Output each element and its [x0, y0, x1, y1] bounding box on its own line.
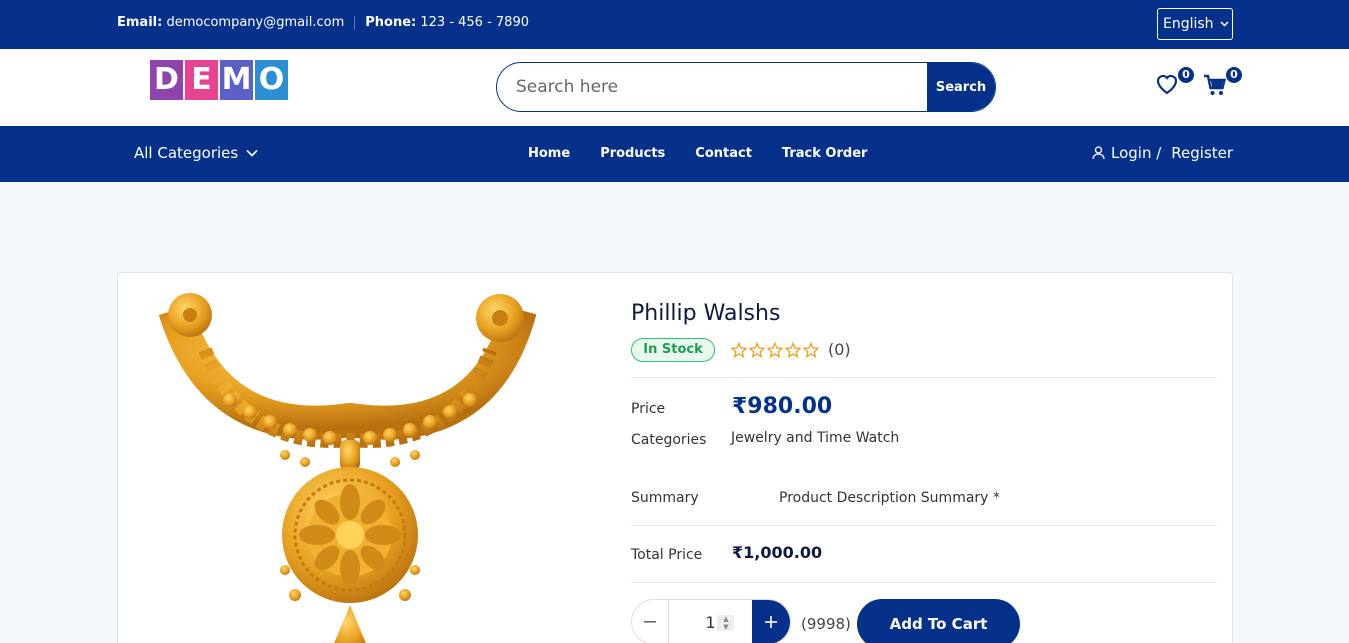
main-nav: All Categories Home Products Contact Tra…: [0, 126, 1349, 182]
header: D E M O Search 0 0: [0, 49, 1349, 126]
categories-value[interactable]: Jewelry and Time Watch: [731, 430, 899, 446]
stock-badge: In Stock: [631, 338, 715, 362]
search-bar: Search: [496, 62, 996, 112]
cart-icon: [1204, 74, 1227, 95]
logo-letter: M: [220, 60, 253, 100]
email-label: Email:: [117, 15, 163, 30]
minus-icon: [643, 621, 656, 623]
star-icon: [785, 341, 801, 358]
quantity-field[interactable]: 1 ▲ ▼: [669, 600, 753, 643]
all-categories-dropdown[interactable]: All Categories: [134, 144, 258, 162]
rating[interactable]: (0): [731, 340, 851, 359]
heart-icon: [1156, 74, 1178, 95]
account-links: Login / Register: [1092, 144, 1233, 162]
total-price-value: ₹1,000.00: [732, 543, 823, 562]
categories-label: Categories: [631, 432, 707, 448]
divider: [631, 377, 1217, 378]
star-icon: [731, 341, 747, 358]
divider: [631, 582, 1217, 583]
total-price-label: Total Price: [631, 547, 703, 563]
login-link[interactable]: Login /: [1111, 144, 1161, 162]
nav-menu: Home Products Contact Track Order: [528, 146, 867, 161]
summary-value: Product Description Summary *: [779, 490, 1000, 506]
wishlist-button[interactable]: 0: [1155, 66, 1195, 99]
spinner-arrows-icon[interactable]: ▲ ▼: [717, 615, 735, 631]
star-icon: [767, 341, 783, 358]
star-icon: [749, 341, 765, 358]
chevron-down-icon: [1220, 21, 1229, 27]
decrease-quantity-button[interactable]: [632, 600, 669, 643]
increase-quantity-button[interactable]: [752, 600, 790, 643]
contact-info: Email: democompany@gmail.com Phone: 123 …: [117, 15, 529, 30]
price-value: ₹980.00: [732, 394, 833, 419]
logo-letter: D: [150, 60, 183, 100]
top-bar: Email: democompany@gmail.com Phone: 123 …: [0, 0, 1349, 49]
available-quantity: (9998): [801, 615, 851, 633]
all-categories-label: All Categories: [134, 144, 239, 162]
cart-count-badge: 0: [1225, 66, 1243, 84]
nav-item-home[interactable]: Home: [528, 146, 570, 161]
product-card: Phillip Walshs In Stock (0) Price ₹980.0…: [117, 272, 1233, 643]
plus-icon: [765, 616, 778, 628]
price-label: Price: [631, 401, 666, 417]
search-input[interactable]: [497, 63, 927, 111]
nav-item-products[interactable]: Products: [600, 146, 665, 161]
register-link[interactable]: Register: [1171, 144, 1233, 162]
summary-label: Summary: [631, 490, 699, 506]
product-title: Phillip Walshs: [631, 301, 781, 326]
chevron-down-icon: [246, 149, 258, 157]
nav-item-track-order[interactable]: Track Order: [782, 146, 868, 161]
divider: [354, 15, 356, 30]
quantity-value: 1: [705, 612, 716, 632]
divider: [631, 525, 1217, 526]
product-image[interactable]: [135, 290, 558, 643]
nav-item-contact[interactable]: Contact: [695, 146, 752, 161]
language-select[interactable]: English: [1157, 8, 1233, 40]
language-value: English: [1163, 16, 1214, 32]
logo-letter: E: [185, 60, 218, 100]
rating-count: (0): [828, 340, 851, 359]
phone-value[interactable]: 123 - 456 - 7890: [420, 15, 529, 30]
email-value[interactable]: democompany@gmail.com: [166, 15, 344, 30]
logo-letter: O: [255, 60, 288, 100]
wishlist-count-badge: 0: [1177, 66, 1195, 84]
phone-label: Phone:: [365, 15, 417, 30]
search-button[interactable]: Search: [927, 63, 995, 111]
add-to-cart-button[interactable]: Add To Cart: [857, 599, 1020, 643]
cart-button[interactable]: 0: [1203, 66, 1243, 99]
logo[interactable]: D E M O: [150, 60, 288, 100]
star-icon: [803, 341, 819, 358]
quantity-stepper: 1 ▲ ▼: [631, 599, 791, 643]
necklace-image: [135, 290, 558, 643]
user-icon: [1092, 146, 1105, 160]
